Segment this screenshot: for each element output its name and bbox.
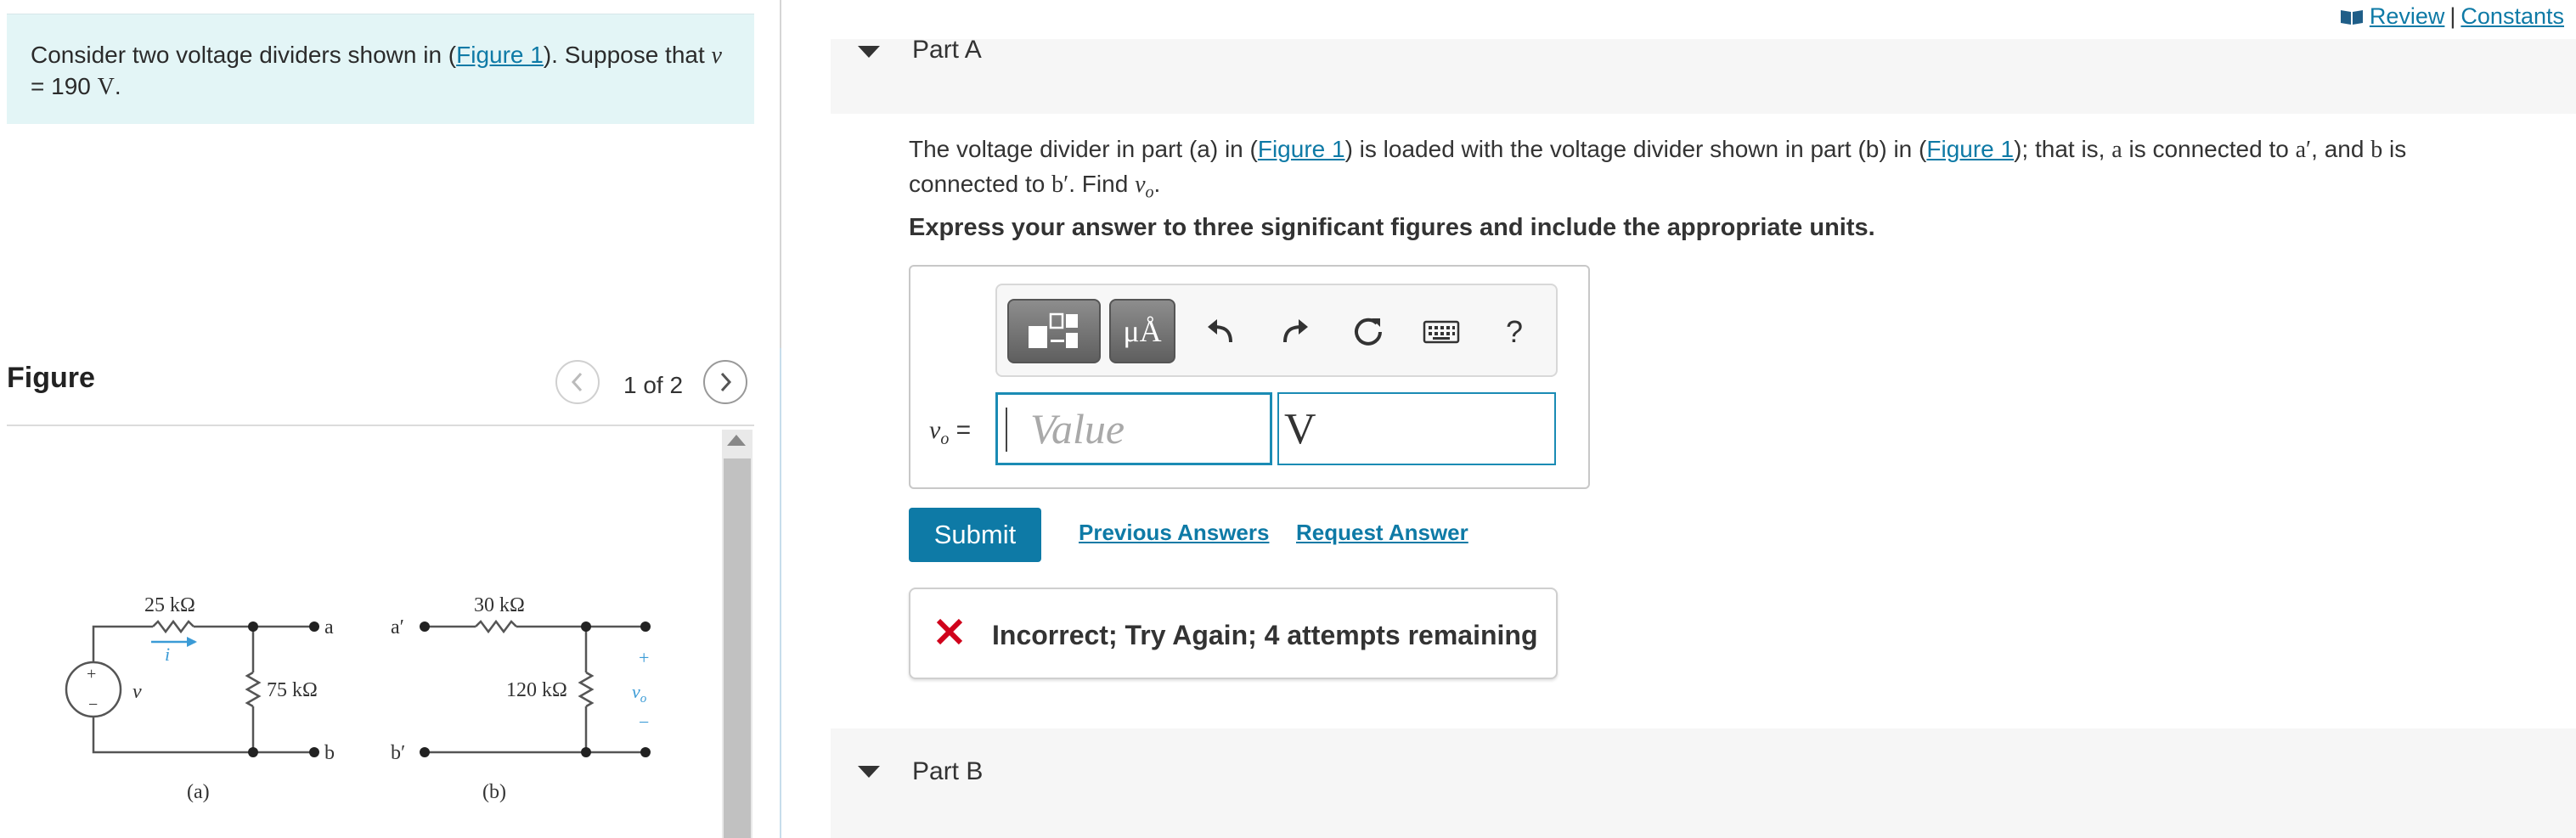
redo-button[interactable] bbox=[1274, 311, 1316, 353]
figure-title: Figure bbox=[7, 362, 95, 394]
request-answer-link[interactable]: Request Answer bbox=[1296, 520, 1468, 546]
value-input[interactable] bbox=[995, 392, 1272, 465]
caret-down-icon[interactable] bbox=[858, 46, 880, 58]
answer-equals: = bbox=[949, 416, 972, 444]
node-b-prime: b′ bbox=[1051, 172, 1069, 198]
question-text: is connected to bbox=[2122, 136, 2296, 162]
resistor-30k bbox=[475, 619, 517, 634]
unit-input[interactable] bbox=[1277, 392, 1556, 465]
figure-scrollbar-thumb[interactable] bbox=[724, 458, 751, 838]
scroll-up-arrow-icon[interactable] bbox=[727, 435, 746, 446]
resistor-75k bbox=[245, 671, 262, 708]
source-minus: − bbox=[88, 695, 98, 714]
caption-b: (b) bbox=[482, 781, 506, 803]
vo-plus: + bbox=[639, 647, 649, 668]
caret-down-icon[interactable] bbox=[858, 766, 880, 778]
previous-figure-button[interactable] bbox=[555, 360, 600, 404]
part-b-header[interactable] bbox=[831, 728, 2576, 838]
figure-link[interactable]: Figure 1 bbox=[456, 42, 544, 68]
caption-a: (a) bbox=[187, 781, 210, 803]
label-120k: 120 kΩ bbox=[506, 679, 567, 701]
label-v: v bbox=[132, 681, 142, 703]
reset-button[interactable] bbox=[1347, 311, 1389, 353]
keyboard-button[interactable] bbox=[1420, 311, 1463, 353]
constants-link[interactable]: Constants bbox=[2460, 3, 2564, 30]
chevron-left-icon bbox=[571, 372, 583, 392]
question-text: ); that is, bbox=[2014, 136, 2112, 162]
vo-variable: v bbox=[1135, 172, 1146, 198]
submit-button[interactable]: Submit bbox=[909, 508, 1041, 562]
label-vo: vo bbox=[632, 681, 647, 706]
part-a-header[interactable] bbox=[831, 39, 2576, 114]
figure-page-count: 1 of 2 bbox=[623, 372, 684, 398]
problem-intro: Consider two voltage dividers shown in (… bbox=[7, 14, 754, 124]
previous-answers-link[interactable]: Previous Answers bbox=[1079, 520, 1269, 546]
panel-separator-highlight bbox=[780, 348, 781, 838]
circuit-diagram: 25 kΩ 75 kΩ 30 kΩ 120 kΩ a b a′ b′ v (a)… bbox=[65, 594, 651, 803]
templates-icon bbox=[1029, 312, 1078, 348]
label-75k: 75 kΩ bbox=[267, 679, 318, 701]
answer-instruction: Express your answer to three significant… bbox=[909, 214, 1875, 241]
resistor-25k bbox=[152, 619, 194, 634]
vo-minus: − bbox=[639, 711, 649, 733]
feedback-message: Incorrect; Try Again; 4 attempts remaini… bbox=[992, 620, 1538, 650]
undo-button[interactable] bbox=[1199, 311, 1242, 353]
vo-subscript: o bbox=[1145, 183, 1154, 202]
redo-icon bbox=[1283, 319, 1308, 343]
x-mark-icon bbox=[936, 618, 963, 645]
question-text: ) is loaded with the voltage divider sho… bbox=[1344, 136, 1927, 162]
figure-link-2[interactable]: Figure 1 bbox=[1926, 136, 2014, 162]
links-separator: | bbox=[2449, 3, 2456, 29]
part-a-question: The voltage divider in part (a) in (Figu… bbox=[909, 132, 2522, 210]
answer-var: v bbox=[929, 416, 941, 444]
next-figure-button[interactable] bbox=[703, 360, 747, 404]
label-25k: 25 kΩ bbox=[144, 594, 195, 616]
node-b: b bbox=[2370, 137, 2383, 163]
label-a-prime: a′ bbox=[391, 616, 404, 638]
label-30k: 30 kΩ bbox=[474, 594, 525, 616]
label-i: i bbox=[165, 644, 170, 665]
text-cursor bbox=[1006, 408, 1007, 452]
part-a-title[interactable]: Part A bbox=[912, 36, 982, 65]
question-text: . bbox=[1153, 171, 1161, 197]
figure-divider bbox=[7, 425, 754, 426]
question-text: The voltage divider in part (a) in ( bbox=[909, 136, 1258, 162]
help-button[interactable]: ? bbox=[1493, 311, 1536, 353]
figure-link-1[interactable]: Figure 1 bbox=[1258, 136, 1345, 162]
review-link[interactable]: Review bbox=[2370, 3, 2445, 30]
undo-icon bbox=[1208, 319, 1232, 343]
reset-icon bbox=[1355, 318, 1382, 346]
keyboard-icon bbox=[1423, 320, 1460, 344]
label-b-prime: b′ bbox=[391, 742, 405, 764]
answer-var-sub: o bbox=[940, 430, 950, 448]
units-button[interactable]: μÅ bbox=[1109, 299, 1175, 363]
source-plus: + bbox=[87, 665, 96, 683]
label-b: b bbox=[324, 742, 335, 764]
top-links: Review | Constants bbox=[2339, 3, 2564, 30]
label-a: a bbox=[324, 616, 334, 638]
templates-button[interactable] bbox=[1007, 299, 1101, 363]
book-icon bbox=[2340, 9, 2363, 25]
intro-end: . bbox=[114, 73, 121, 99]
intro-eq: = 190 bbox=[31, 73, 98, 99]
intro-text-1: Consider two voltage dividers shown in ( bbox=[31, 42, 457, 68]
intro-unit: V bbox=[97, 74, 115, 100]
intro-text-2: ). Suppose that bbox=[543, 42, 712, 68]
question-text: . Find bbox=[1068, 171, 1136, 197]
answer-variable-label: vo = bbox=[929, 416, 971, 449]
part-b-title[interactable]: Part B bbox=[912, 757, 983, 786]
intro-var-v: v bbox=[711, 42, 722, 69]
node-a: a bbox=[2111, 137, 2122, 163]
node-a-prime: a′ bbox=[2295, 137, 2312, 163]
question-text: , and bbox=[2311, 136, 2371, 162]
resistor-120k bbox=[578, 671, 595, 708]
chevron-right-icon bbox=[720, 372, 732, 392]
